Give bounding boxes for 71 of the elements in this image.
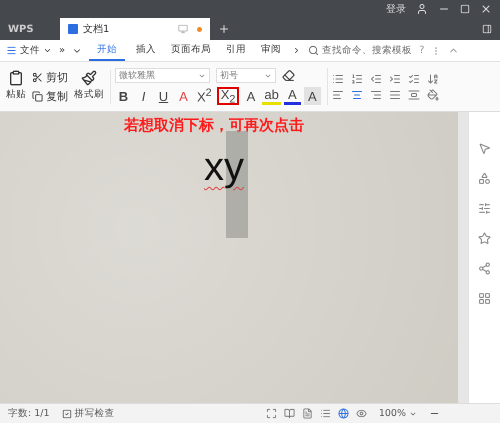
clipboard-icon[interactable]	[8, 70, 24, 86]
monitor-icon[interactable]	[178, 24, 188, 34]
more-button[interactable]: »	[59, 45, 66, 56]
document-icon	[68, 24, 78, 34]
caret-icon[interactable]	[43, 46, 52, 55]
pointer-icon[interactable]	[478, 142, 491, 155]
indent-icon[interactable]	[388, 72, 401, 84]
app-tab[interactable]: WPS	[0, 18, 60, 40]
format-button[interactable]: ab	[262, 87, 281, 105]
eye-icon[interactable]	[356, 408, 367, 419]
document-tab[interactable]: 文档1	[60, 18, 210, 40]
ribbon-tab[interactable]: 页面布局	[167, 40, 216, 61]
panel-icon[interactable]	[482, 23, 492, 35]
scissors-icon[interactable]	[32, 72, 43, 82]
fullscreen-icon[interactable]	[266, 408, 277, 419]
checkbox-icon[interactable]	[62, 408, 72, 418]
copy-icon[interactable]	[32, 90, 43, 102]
fill-icon[interactable]	[426, 88, 439, 100]
close-icon[interactable]	[480, 3, 492, 15]
spell-check-button[interactable]: 拼写检查	[62, 407, 115, 420]
share-icon[interactable]	[478, 262, 491, 275]
word-count: 字数: 1/1	[8, 407, 50, 420]
justify-icon[interactable]	[388, 88, 401, 100]
maximize-icon[interactable]	[460, 4, 470, 14]
align-left-icon[interactable]	[332, 88, 344, 100]
ribbon-tab[interactable]: 插入	[132, 40, 160, 61]
format-button[interactable]: A	[175, 87, 192, 105]
star-icon[interactable]	[478, 232, 491, 245]
eraser-icon[interactable]	[282, 69, 295, 82]
font-size-select[interactable]: 初号	[216, 68, 276, 83]
scrollbar[interactable]	[458, 112, 468, 403]
paste-button[interactable]: 粘贴	[6, 70, 26, 104]
format-button[interactable]: A	[242, 87, 260, 105]
sort-icon[interactable]	[426, 72, 439, 84]
outdent-icon[interactable]	[370, 72, 382, 84]
shapes-icon[interactable]	[478, 172, 491, 185]
book-icon[interactable]	[284, 408, 295, 419]
login-link[interactable]: 登录	[386, 2, 406, 16]
instruction-note: 若想取消下标，可再次点击	[124, 116, 304, 135]
ribbon-tab[interactable]: 引用	[222, 40, 250, 61]
format-button[interactable]: X$^{2}$	[195, 87, 214, 105]
globe-icon[interactable]	[338, 408, 349, 419]
zoom-select[interactable]: 100%	[378, 408, 417, 419]
brush-icon[interactable]	[81, 70, 97, 86]
file-menu[interactable]: 文件	[6, 44, 52, 57]
sliders-icon[interactable]	[478, 202, 491, 215]
align-right-icon[interactable]	[370, 88, 382, 100]
new-tab-icon[interactable]	[218, 23, 230, 35]
search-icon[interactable]	[308, 45, 320, 56]
menu-icon[interactable]	[6, 45, 17, 56]
format-painter-button[interactable]: 格式刷	[74, 70, 104, 104]
list-icon[interactable]	[408, 72, 420, 84]
page-icon[interactable]	[302, 408, 313, 419]
grid-icon[interactable]	[478, 292, 491, 305]
numbered-list-icon[interactable]	[350, 72, 363, 84]
format-button[interactable]: X$_{2}$	[216, 87, 240, 105]
cut-button[interactable]: 剪切	[32, 70, 68, 84]
search-field[interactable]: 查找命令、搜索模板	[308, 44, 412, 57]
format-button[interactable]: U	[155, 87, 172, 105]
copy-button[interactable]: 复制	[32, 88, 68, 104]
spacing-icon[interactable]	[408, 88, 420, 100]
document-text: xy	[204, 145, 244, 190]
format-button[interactable]: A	[284, 87, 301, 105]
unsaved-dot	[197, 26, 202, 32]
format-button[interactable]: B	[115, 87, 132, 105]
align-center-icon[interactable]	[350, 88, 363, 100]
format-button[interactable]: A	[304, 87, 321, 105]
format-button[interactable]: I	[135, 87, 152, 105]
user-icon[interactable]	[416, 3, 428, 15]
ribbon-tab[interactable]: 审阅	[257, 40, 286, 61]
font-select[interactable]: 微软雅黑	[115, 68, 210, 83]
